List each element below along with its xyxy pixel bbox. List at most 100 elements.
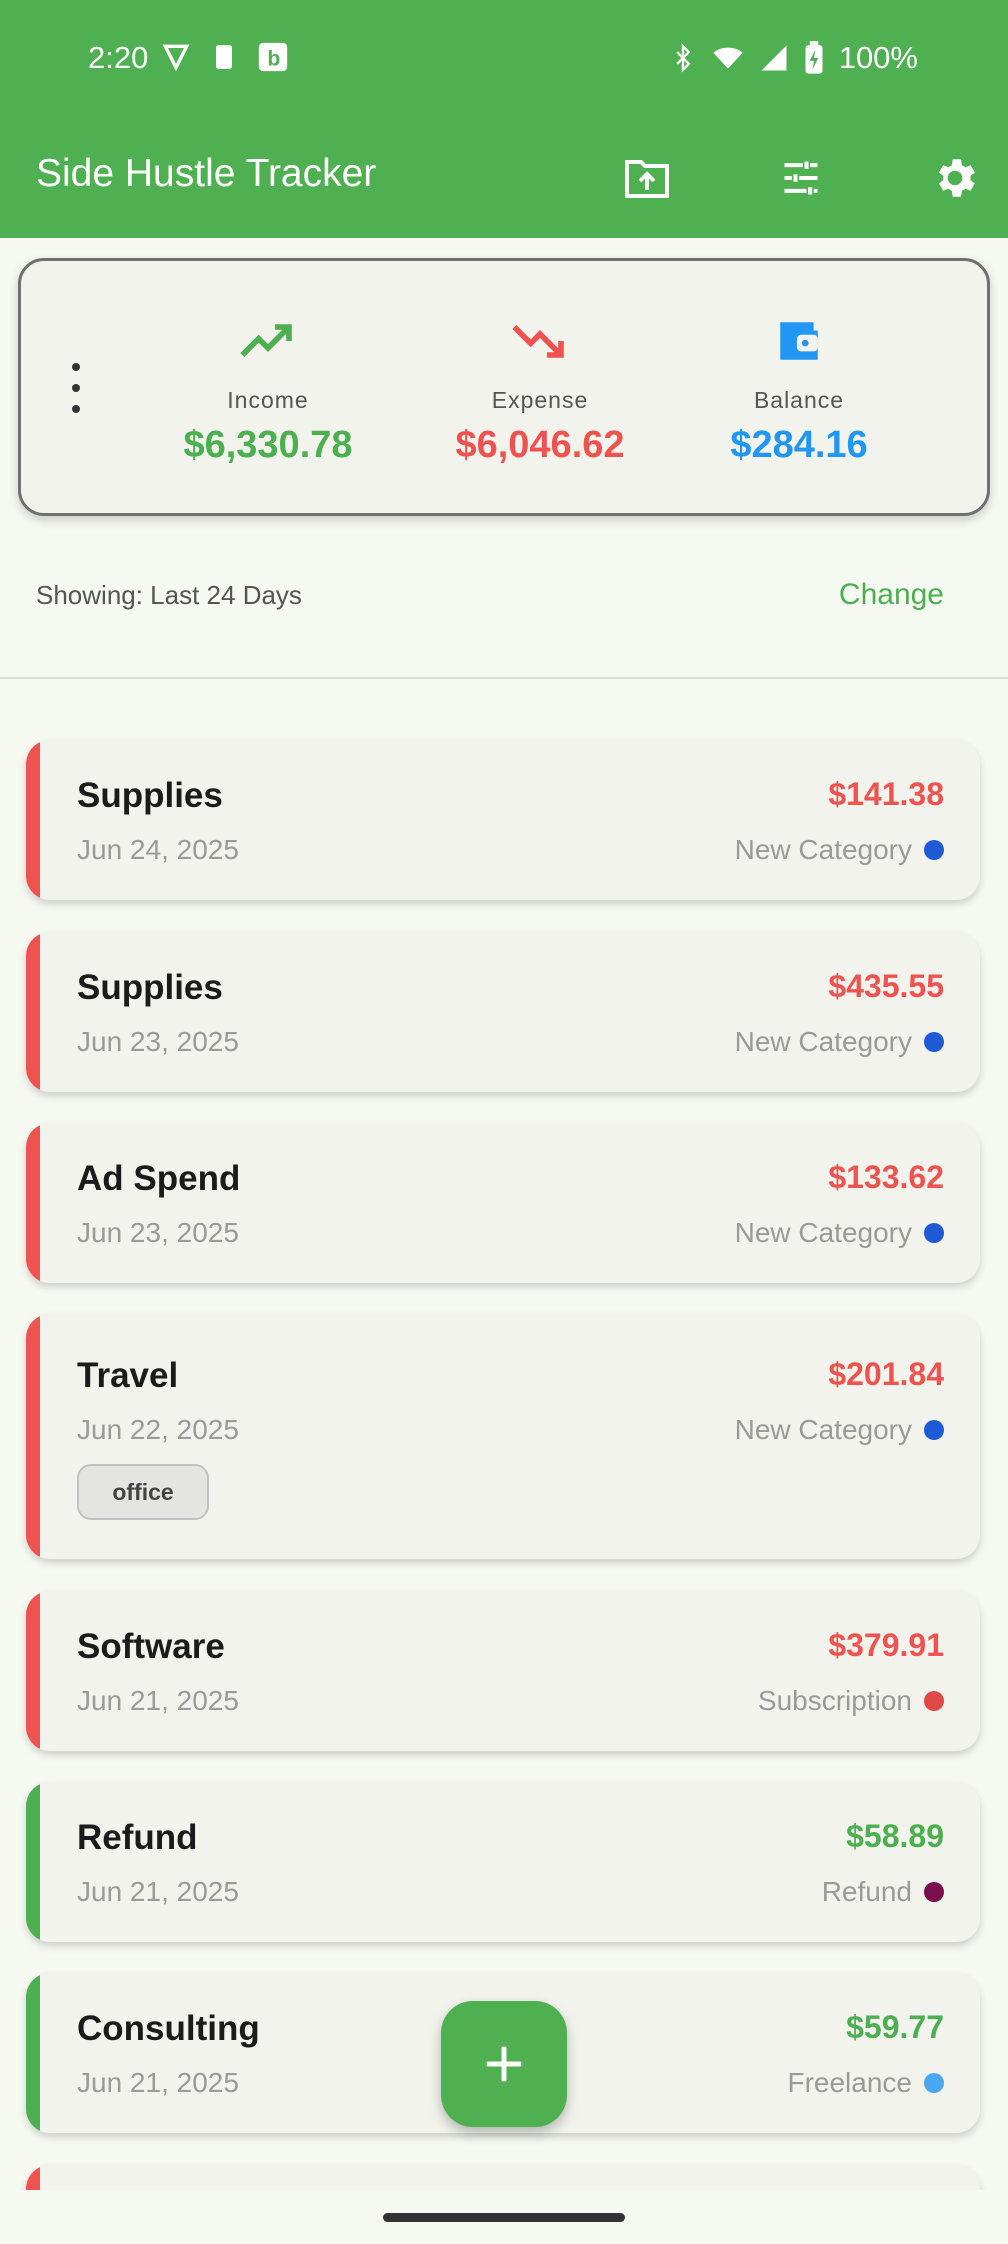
transaction-amount: $435.55 (828, 968, 944, 1004)
notification-icons: b (160, 40, 290, 74)
transaction-category: Refund (822, 1876, 944, 1908)
transaction-date: Jun 23, 2025 (77, 1217, 239, 1248)
transaction-title: Software (77, 1627, 225, 1666)
transaction-amount: $58.89 (846, 1818, 944, 1854)
category-color-dot (924, 2073, 944, 2093)
category-color-dot (924, 1882, 944, 1902)
income-label: Income (227, 387, 309, 413)
plus-icon (486, 2046, 522, 2082)
category-label: New Category (734, 834, 912, 865)
transaction-category: New Category (735, 1217, 944, 1249)
transaction-title: Consulting (77, 2009, 260, 2048)
transaction-item[interactable]: Ad Spend Jun 23, 2025 $133.62 New Catego… (26, 1123, 980, 1283)
status-time: 2:20 (88, 40, 149, 75)
transaction-amount: $133.62 (828, 1159, 944, 1195)
transaction-amount: $379.91 (828, 1627, 944, 1663)
home-gesture-bar[interactable] (383, 2213, 625, 2222)
type-indicator-bar (26, 932, 40, 1092)
type-indicator-bar (26, 1123, 40, 1283)
add-transaction-button[interactable] (441, 2001, 567, 2127)
expense-value: $6,046.62 (455, 424, 625, 466)
b-app-icon: b (258, 42, 288, 72)
category-label: New Category (734, 1414, 912, 1445)
summary-card: Income $6,330.78 Expense $6,046.62 Balan… (18, 258, 990, 516)
date-range-row: Showing: Last 24 Days Change (0, 570, 1008, 630)
balance-value: $284.16 (730, 424, 868, 466)
type-indicator-bar (26, 1782, 40, 1942)
transaction-date: Jun 21, 2025 (77, 1685, 239, 1716)
export-button[interactable] (617, 148, 677, 208)
vpn-shield-icon (162, 44, 190, 72)
expense-label: Expense (491, 387, 589, 413)
category-label: Subscription (757, 1685, 912, 1716)
category-label: New Category (734, 1026, 912, 1057)
category-color-dot (924, 1223, 944, 1243)
wifi-icon (713, 47, 743, 69)
date-range-label: Showing: Last 24 Days (36, 580, 302, 610)
settings-button[interactable] (925, 148, 985, 208)
transaction-title: Supplies (77, 776, 223, 815)
transaction-title: Supplies (77, 968, 223, 1007)
app-bar: 2:20 b 100% Side Hustle Tracker (0, 0, 1008, 238)
tune-icon (784, 161, 818, 195)
balance-stat: Balance $284.16 (669, 311, 929, 467)
dot (72, 405, 80, 413)
transaction-category: New Category (735, 1026, 944, 1058)
transaction-category: New Category (735, 834, 944, 866)
upload-folder-icon (625, 160, 669, 198)
battery-icon (805, 41, 823, 74)
cell-signal-icon (761, 45, 787, 71)
transaction-item[interactable]: Supplies Jun 24, 2025 $141.38 New Catego… (26, 740, 980, 900)
battery-percent: 100% (838, 40, 918, 75)
transaction-amount: $59.77 (846, 2009, 944, 2045)
dot (72, 384, 80, 392)
transaction-category: Subscription (758, 1685, 944, 1717)
category-color-dot (924, 1420, 944, 1440)
transaction-date: Jun 24, 2025 (77, 834, 239, 865)
transaction-item[interactable]: Supplies Jun 23, 2025 $435.55 New Catego… (26, 932, 980, 1092)
transaction-date: Jun 21, 2025 (77, 1876, 239, 1907)
category-label: Refund (821, 1876, 912, 1907)
change-range-button[interactable]: Change (839, 578, 944, 612)
type-indicator-bar (26, 1314, 40, 1559)
balance-label: Balance (753, 387, 845, 413)
settings-gear-icon (938, 159, 975, 197)
trending-up-icon (240, 324, 292, 357)
transaction-amount: $141.38 (828, 776, 944, 812)
transaction-title: Refund (77, 1818, 198, 1857)
transaction-item[interactable]: Travel Jun 22, 2025 $201.84 New Category… (26, 1314, 980, 1559)
type-indicator-bar (26, 1973, 40, 2133)
trending-down-icon (512, 325, 564, 358)
transaction-date: Jun 22, 2025 (77, 1414, 239, 1445)
wallet-icon (780, 322, 818, 360)
bluetooth-icon (676, 43, 691, 73)
type-indicator-bar (26, 1591, 40, 1751)
device-icon (216, 45, 232, 69)
status-bar: 2:20 b 100% (0, 0, 1008, 112)
category-label: New Category (734, 1217, 912, 1248)
divider (0, 677, 1008, 679)
transaction-item[interactable]: Software Jun 21, 2025 $379.91 Subscripti… (26, 1591, 980, 1751)
transaction-title: Travel (77, 1356, 179, 1395)
transaction-amount: $201.84 (828, 1356, 944, 1392)
category-color-dot (924, 1691, 944, 1711)
transaction-item[interactable]: Refund Jun 21, 2025 $58.89 Refund (26, 1782, 980, 1942)
more-options-button[interactable] (61, 363, 91, 413)
transaction-date: Jun 21, 2025 (77, 2067, 239, 2098)
svg-text:b: b (267, 47, 280, 71)
income-stat: Income $6,330.78 (138, 311, 398, 467)
tag-chip[interactable]: office (77, 1464, 209, 1520)
category-color-dot (924, 840, 944, 860)
dot (72, 363, 80, 371)
income-value: $6,330.78 (183, 424, 353, 466)
transaction-title: Ad Spend (77, 1159, 241, 1198)
category-label: Freelance (787, 2067, 912, 2098)
transaction-category: Freelance (787, 2067, 944, 2099)
transaction-category: New Category (735, 1414, 944, 1446)
system-icons: 100% (669, 40, 918, 76)
type-indicator-bar (26, 740, 40, 900)
filter-settings-button[interactable] (771, 148, 831, 208)
transaction-date: Jun 23, 2025 (77, 1026, 239, 1057)
category-color-dot (924, 1032, 944, 1052)
expense-stat: Expense $6,046.62 (410, 311, 670, 467)
